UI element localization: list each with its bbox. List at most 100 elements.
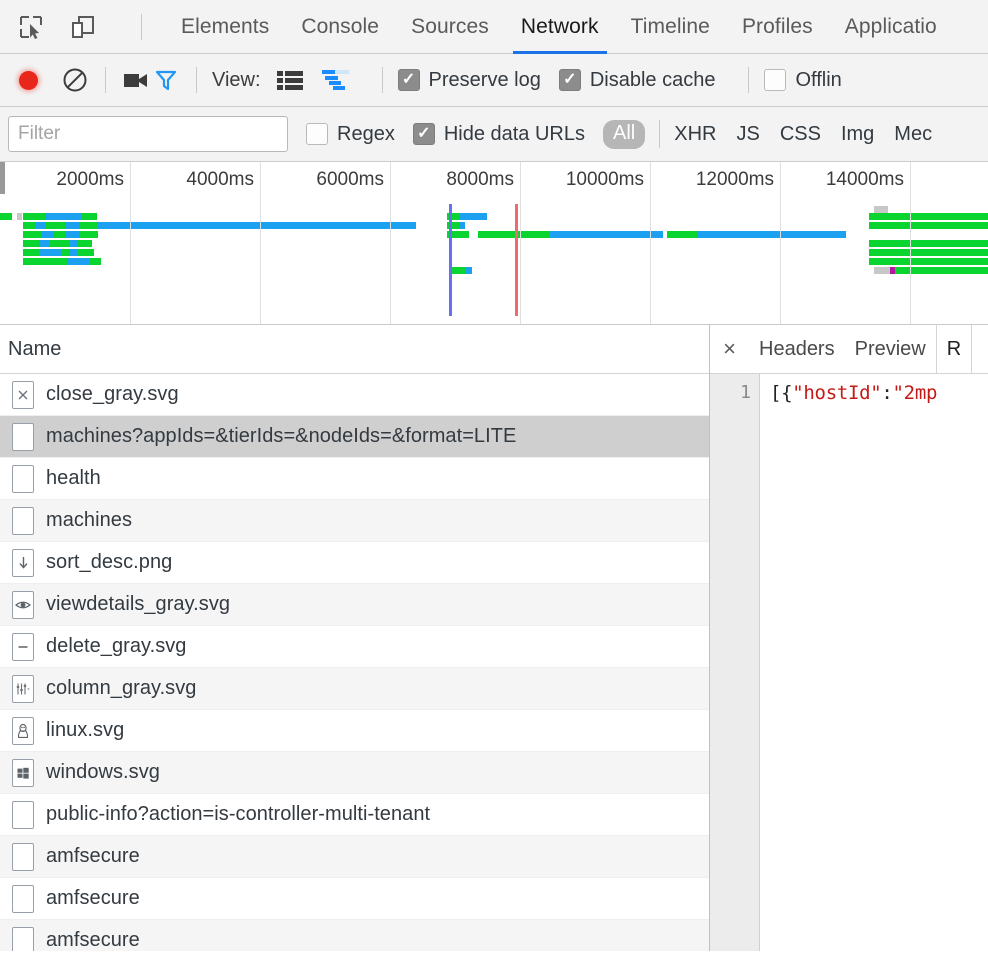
detail-tab-headers[interactable]: Headers <box>749 325 845 373</box>
close-icon[interactable]: × <box>710 325 749 373</box>
toolbar-divider-2 <box>196 67 197 93</box>
network-overview-timeline[interactable]: 2000ms 4000ms 6000ms 8000ms 10000ms 12000ms 14… <box>0 162 988 325</box>
hide-data-urls-checkbox[interactable]: ✓ Hide data URLs <box>412 122 585 146</box>
tab-timeline[interactable]: Timeline <box>615 0 726 53</box>
overview-request-bar <box>466 267 472 274</box>
overview-request-bar <box>478 231 550 238</box>
regex-checkbox-box <box>306 123 328 145</box>
filter-type-xhr[interactable]: XHR <box>674 123 716 146</box>
overview-request-bar <box>459 213 487 220</box>
column-header-name[interactable]: Name <box>8 338 61 361</box>
view-list-icon[interactable] <box>275 67 305 93</box>
request-name: close_gray.svg <box>46 383 179 405</box>
overview-tick-label: 4000ms <box>186 169 254 190</box>
tab-console[interactable]: Console <box>285 0 395 53</box>
table-row[interactable]: sort_desc.png <box>0 542 709 584</box>
overview-gridline <box>650 162 651 324</box>
device-toolbar-icon[interactable] <box>68 12 98 42</box>
filter-type-css[interactable]: CSS <box>780 123 821 146</box>
request-list-pane: Name close_gray.svg machines?appIds=&tier… <box>0 325 710 951</box>
overview-request-bar <box>46 222 66 229</box>
code-key: "hostId" <box>792 382 882 404</box>
filter-type-img[interactable]: Img <box>841 123 874 146</box>
overview-tick-label: 14000ms <box>825 169 904 190</box>
overview-request-bar <box>459 222 465 229</box>
overview-request-bars <box>0 204 988 324</box>
overview-request-bar <box>67 258 90 265</box>
record-button[interactable] <box>14 66 42 94</box>
overview-request-bar <box>869 249 988 256</box>
capture-screenshots-icon[interactable] <box>121 65 151 95</box>
overview-gridline <box>390 162 391 324</box>
overview-request-bar <box>45 213 81 220</box>
disable-cache-checkbox[interactable]: ✓ Disable cache <box>558 69 715 92</box>
table-row[interactable]: machines?appIds=&tierIds=&nodeIds=&forma… <box>0 416 709 458</box>
offline-checkbox[interactable]: Offlin <box>764 69 842 92</box>
filter-type-all[interactable]: All <box>603 119 646 149</box>
table-row[interactable]: windows.svg <box>0 752 709 794</box>
dom-content-loaded-marker <box>449 204 452 316</box>
tab-network[interactable]: Network <box>505 0 615 54</box>
overview-request-bar <box>90 258 101 265</box>
table-row[interactable]: amfsecure <box>0 920 709 951</box>
view-waterfall-icon[interactable] <box>321 67 351 93</box>
tab-application[interactable]: Applicatio <box>829 0 953 53</box>
inspect-element-icon[interactable] <box>16 12 46 42</box>
detail-tab-response[interactable]: R <box>935 325 973 373</box>
table-row[interactable]: close_gray.svg <box>0 374 709 416</box>
regex-label: Regex <box>337 122 395 145</box>
minus-file-icon <box>12 632 34 661</box>
table-row[interactable]: linux.svg <box>0 710 709 752</box>
overview-request-bar <box>66 222 80 229</box>
table-row[interactable]: machines <box>0 500 709 542</box>
regex-checkbox[interactable]: Regex <box>306 123 395 146</box>
overview-request-bar <box>23 258 67 265</box>
table-row[interactable]: viewdetails_gray.svg <box>0 584 709 626</box>
clear-button[interactable] <box>60 65 90 95</box>
table-row[interactable]: health <box>0 458 709 500</box>
document-file-icon <box>12 506 34 535</box>
network-filter-bar: Regex ✓ Hide data URLs All XHR JS CSS Im… <box>0 107 988 162</box>
table-row[interactable]: delete_gray.svg <box>0 626 709 668</box>
hide-data-urls-label: Hide data URLs <box>443 122 585 145</box>
request-name: linux.svg <box>46 719 125 741</box>
detail-tabbar: × Headers Preview R <box>710 325 988 374</box>
overview-request-bar <box>80 231 98 238</box>
overview-gridline <box>910 162 911 324</box>
filter-type-js[interactable]: JS <box>736 123 759 146</box>
filter-type-media[interactable]: Mec <box>894 123 932 146</box>
overview-request-bar <box>69 249 77 256</box>
overview-tick-label: 12000ms <box>695 169 774 190</box>
devtools-window: Elements Console Sources Network Timelin… <box>0 0 988 954</box>
overview-request-bar <box>39 240 50 247</box>
overview-request-bar <box>0 213 12 220</box>
tab-elements[interactable]: Elements <box>165 0 285 53</box>
overview-request-bar <box>70 240 78 247</box>
table-row[interactable]: column_gray.svg <box>0 668 709 710</box>
code-prefix: [{ <box>770 382 793 404</box>
filter-type-divider <box>659 120 661 148</box>
request-name: machines?appIds=&tierIds=&nodeIds=&forma… <box>46 425 517 447</box>
tab-profiles[interactable]: Profiles <box>726 0 829 53</box>
detail-tab-preview[interactable]: Preview <box>845 325 936 373</box>
preserve-log-label: Preserve log <box>428 68 541 91</box>
request-name: delete_gray.svg <box>46 635 187 657</box>
request-name: machines <box>46 509 132 531</box>
filter-input[interactable] <box>8 116 288 152</box>
table-row[interactable]: amfsecure <box>0 836 709 878</box>
document-file-icon <box>12 842 34 871</box>
response-code-viewer[interactable]: 1 [{"hostId":"2mp <box>710 374 988 951</box>
table-row[interactable]: public-info?action=is-controller-multi-t… <box>0 794 709 836</box>
request-name: amfsecure <box>46 929 140 951</box>
overview-request-bar <box>78 240 92 247</box>
disable-cache-checkbox-box: ✓ <box>558 69 581 91</box>
tab-sources[interactable]: Sources <box>395 0 505 53</box>
code-content: [{"hostId":"2mp <box>760 374 988 951</box>
overview-request-bar <box>98 222 416 229</box>
preserve-log-checkbox[interactable]: ✓ Preserve log <box>397 68 541 92</box>
request-name: amfsecure <box>46 845 140 867</box>
filter-funnel-icon[interactable] <box>151 65 181 95</box>
overview-request-bar <box>23 213 45 220</box>
table-row[interactable]: amfsecure <box>0 878 709 920</box>
overview-request-bar <box>41 231 54 238</box>
